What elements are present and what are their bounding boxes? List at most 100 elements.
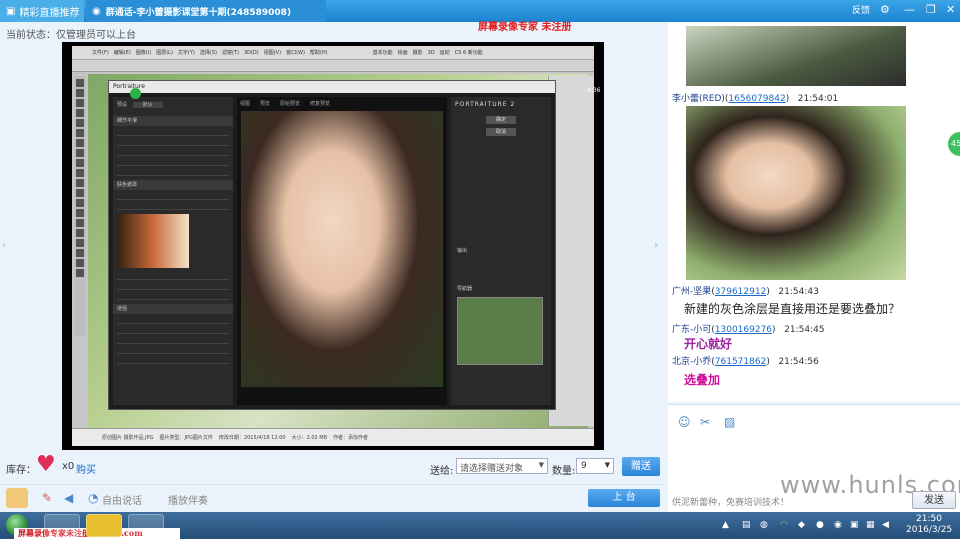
tab-group-call[interactable]: ◉ 群通话-李小蕾摄影课堂第十期(248589008): [86, 0, 326, 22]
chevron-down-icon: ▼: [604, 461, 610, 469]
recorder-watermark-top: 屏幕录像专家 未注册: [478, 22, 572, 33]
portraiture-right-panel: PORTRAITURE 2 确定 取消 输出 导航器: [451, 97, 551, 405]
ps-menu-item: 3D(D): [243, 50, 259, 56]
chat-message-text: 选叠加: [684, 373, 721, 387]
portraiture-dialog: Portraiture 预设 默认 细节平滑 肤色遮罩 增强 视图 预览 原始预…: [108, 80, 556, 410]
view-tab: 修复预览: [310, 101, 331, 107]
video-stream[interactable]: 文件(F) 编辑(E) 图像(I) 图层(L) 文字(Y) 选择(S) 滤镜(T…: [62, 42, 604, 450]
ps-workspace: 运动: [439, 50, 450, 56]
next-arrow-icon[interactable]: ›: [654, 240, 658, 251]
free-talk-label[interactable]: 自由说话: [102, 492, 142, 507]
emoji-icon[interactable]: ☺: [678, 415, 691, 429]
close-icon[interactable]: ✕: [946, 3, 955, 16]
play-music-label[interactable]: 播放伴奏: [168, 492, 208, 507]
clock[interactable]: 21:50 2016/3/25: [906, 514, 952, 536]
view-tab: 视图: [240, 101, 251, 107]
chat-user-id[interactable]: 761571862: [715, 357, 767, 367]
section-detail-smoothing: 细节平滑: [113, 116, 233, 126]
location-pin-icon: ◉: [92, 5, 101, 17]
maximize-icon[interactable]: ❐: [926, 3, 936, 16]
ok-button: 确定: [486, 116, 516, 124]
chat-message-meta: 广州-坚果(379612912) 21:54:43: [672, 287, 819, 297]
chat-message-meta: 北京-小乔(761571862) 21:54:56: [672, 357, 819, 367]
feedback-link[interactable]: 反馈: [852, 3, 870, 16]
chat-time: 21:54:45: [784, 325, 825, 335]
tray-icon[interactable]: ▤: [742, 520, 751, 530]
buy-link[interactable]: 购买: [76, 461, 96, 476]
view-tab: 原始预览: [280, 101, 301, 107]
navigator-thumbnail: [457, 297, 543, 365]
settings-icon[interactable]: ⚙: [880, 3, 890, 16]
ps-menu-item: 帮助(H): [309, 50, 328, 56]
tray-icon[interactable]: ▣: [850, 520, 859, 530]
chat-message-meta: 广东-小可(1300169276) 21:54:45: [672, 325, 825, 335]
chat-username[interactable]: 广东-小可: [672, 325, 711, 335]
stage-button-label: 上 台: [612, 492, 636, 503]
tray-icon[interactable]: ●: [816, 520, 824, 530]
recipient-select-text: 请选择赠送对象: [460, 464, 524, 474]
preset-value: 默认: [132, 102, 163, 108]
chat-input-field[interactable]: 供泥新蕾种，免赛培训技术！: [672, 495, 789, 508]
taskbar-item-folder[interactable]: [128, 514, 164, 537]
tray-icon[interactable]: ▦: [866, 520, 875, 530]
tray-icon[interactable]: ◉: [834, 520, 842, 530]
video-counter: 4:36: [587, 87, 601, 94]
ps-menu-item: 文件(F): [92, 50, 109, 56]
chat-user-id[interactable]: 379612912: [715, 287, 767, 297]
online-count-badge[interactable]: 45: [948, 132, 960, 156]
cancel-button: 取消: [486, 128, 516, 136]
ps-menu-item: 图层(L): [156, 50, 173, 56]
minimize-icon[interactable]: —: [904, 3, 915, 16]
quantity-label: 数量:: [552, 466, 576, 477]
send-message-button[interactable]: 发送: [912, 491, 956, 509]
chat-username[interactable]: 李小蕾(RED): [672, 94, 725, 104]
free-talk-icon[interactable]: ◔: [88, 491, 98, 505]
ps-file-info-bar: 原创图片 摄影作品.JPG 图片类型：JPG图片文件 修改日期：2015/4/1…: [72, 428, 594, 446]
taskbar-item-browser[interactable]: [44, 514, 80, 537]
skin-tone-swatch: [117, 214, 189, 268]
ps-menu-item: 图像(I): [135, 50, 152, 56]
portraiture-brand: PORTRAITURE 2: [455, 101, 516, 108]
image-icon[interactable]: ▨: [724, 415, 735, 429]
view-tab: 预览: [260, 101, 271, 107]
volume-icon[interactable]: ◀: [882, 520, 889, 530]
tab-live-recommend[interactable]: ▣ 精彩直播推荐: [0, 0, 84, 22]
chat-username[interactable]: 北京-小乔: [672, 357, 711, 367]
taskbar: 屏幕录像专家未注册 tlxsoft.com ▲ ▤ ◍ ◠ ◆ ● ◉ ▣ ▦ …: [0, 512, 960, 539]
chat-image-thumbnail[interactable]: [686, 26, 906, 86]
chat-user-id[interactable]: 1656079842: [728, 94, 785, 104]
taskbar-item-qq[interactable]: [86, 514, 122, 537]
ps-filename: 原创图片 摄影作品.JPG: [102, 435, 154, 441]
heart-gift-icon[interactable]: ♥: [36, 454, 56, 476]
ps-menu-item: 窗口(W): [286, 50, 305, 56]
quantity-select[interactable]: 9 ▼: [576, 458, 614, 474]
microphone-icon[interactable]: ✎: [42, 491, 52, 505]
section-skin-mask: 肤色遮罩: [113, 180, 233, 190]
scissors-icon[interactable]: ✂: [700, 415, 710, 429]
send-to-label: 送给:: [430, 466, 454, 477]
gift-count: x0: [62, 461, 75, 472]
ps-modified: 修改日期：2015/4/18 12:00: [218, 435, 286, 441]
chat-input-area: ☺ ✂ ▨ www.hunls.com 供泥新蕾种，免赛培训技术！ 发送: [668, 404, 960, 512]
inventory-label: 库存：: [6, 465, 36, 476]
avatar[interactable]: [6, 488, 28, 508]
chat-user-id[interactable]: 1300169276: [715, 325, 772, 335]
recipient-select[interactable]: 请选择赠送对象 ▼: [456, 458, 548, 474]
tray-icon[interactable]: ◆: [798, 520, 805, 530]
video-icon: ▣: [6, 5, 16, 17]
recording-indicator-icon: [130, 88, 141, 99]
portraiture-title: Portraiture: [109, 81, 555, 93]
tray-icon[interactable]: ▲: [722, 520, 729, 530]
prev-arrow-icon[interactable]: ‹: [2, 240, 6, 251]
ps-file-type: 图片类型：JPG图片文件: [159, 435, 213, 441]
preset-label: 预设: [117, 102, 128, 108]
wifi-icon[interactable]: ◠: [780, 520, 788, 530]
chat-image-photo[interactable]: [686, 106, 906, 280]
tray-icon[interactable]: ◍: [760, 520, 768, 530]
chat-username[interactable]: 广州-坚果: [672, 287, 711, 297]
section-enhance: 增强: [113, 304, 233, 314]
go-on-stage-button[interactable]: 上 台: [588, 489, 660, 507]
speaker-icon[interactable]: ◀: [64, 491, 73, 505]
give-gift-button[interactable]: 赠送: [622, 457, 660, 476]
chat-time: 21:54:01: [797, 94, 839, 104]
